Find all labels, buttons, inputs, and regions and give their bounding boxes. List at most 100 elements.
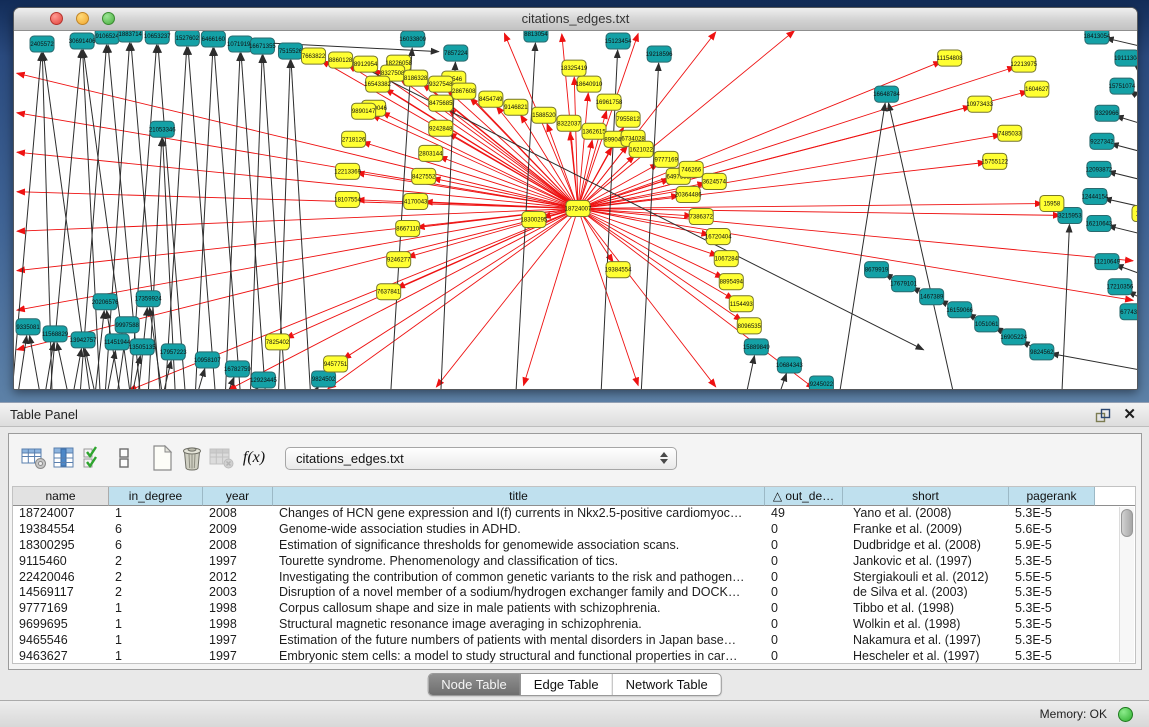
graph-node[interactable]: 10958107 xyxy=(194,352,221,368)
graph-node[interactable]: 16543382 xyxy=(364,76,391,92)
graph-node[interactable]: 10653237 xyxy=(144,31,171,44)
graph-node[interactable]: 9890147 xyxy=(352,103,376,119)
graph-node[interactable]: 16905224 xyxy=(1000,329,1027,345)
table-row[interactable]: 911546021997Tourette syndrome. Phenomeno… xyxy=(13,554,1135,570)
table-row[interactable]: 946554611997Estimation of the future num… xyxy=(13,633,1135,649)
graph-node[interactable]: 18325419 xyxy=(561,60,588,76)
close-window-button[interactable] xyxy=(50,12,63,25)
column-header-year[interactable]: year xyxy=(203,487,273,506)
graph-node[interactable]: 9327548 xyxy=(429,76,453,92)
graph-node[interactable]: 12213369 xyxy=(334,163,361,179)
graph-node[interactable]: 17359924 xyxy=(135,291,162,307)
graph-node[interactable]: 3624574 xyxy=(702,173,726,189)
table-row[interactable]: 2242004622012Investigating the contribut… xyxy=(13,570,1135,586)
graph-node[interactable]: 1067284 xyxy=(714,251,738,267)
graph-node[interactable]: 16210643 xyxy=(1086,216,1113,232)
graph-node[interactable]: 16159066 xyxy=(946,302,973,318)
graph-node[interactable]: 2867608 xyxy=(452,83,476,99)
clear-selection-icon[interactable] xyxy=(109,443,139,473)
graph-node[interactable]: 19218596 xyxy=(646,46,673,62)
graph-node[interactable]: 1604627 xyxy=(1025,81,1049,97)
graph-node[interactable]: 30691406 xyxy=(69,33,96,49)
data-table[interactable]: namein_degreeyeartitle△ out_de…shortpage… xyxy=(12,486,1136,664)
graph-node[interactable]: 4170043 xyxy=(404,193,428,209)
graph-node[interactable]: 17679101 xyxy=(890,276,917,292)
show-columns-icon[interactable] xyxy=(49,443,79,473)
graph-node[interactable]: 2405572 xyxy=(30,36,54,52)
graph-node[interactable]: 12093872 xyxy=(1086,161,1113,177)
graph-node[interactable]: 746266 xyxy=(679,161,703,177)
graph-node[interactable]: 8860128 xyxy=(329,52,353,68)
graph-node[interactable]: 8454749 xyxy=(479,91,503,107)
graph-node[interactable]: 6774332 xyxy=(1120,304,1137,320)
graph-node[interactable]: 12213975 xyxy=(1010,56,1037,72)
graph-node[interactable]: 16961758 xyxy=(596,94,623,110)
graph-node[interactable]: 8427552 xyxy=(412,168,436,184)
column-header-out_de[interactable]: △ out_de… xyxy=(765,487,843,506)
graph-node[interactable]: 1154493 xyxy=(729,296,753,312)
graph-node[interactable]: 9246277 xyxy=(387,252,411,268)
graph-node[interactable]: 7825402 xyxy=(265,334,289,350)
graph-node[interactable]: 9997588 xyxy=(115,317,139,333)
graph-node[interactable]: 15958 xyxy=(1040,195,1064,211)
graph-node[interactable]: 9824502 xyxy=(312,371,336,387)
graph-node[interactable]: 8895494 xyxy=(719,274,743,290)
graph-node[interactable]: 1362615 xyxy=(582,123,606,139)
graph-node[interactable]: 16033809 xyxy=(399,31,426,47)
column-header-pagerank[interactable]: pagerank xyxy=(1009,487,1095,506)
graph-node[interactable]: 11451944 xyxy=(104,334,131,350)
graph-node[interactable]: 2803144 xyxy=(419,145,443,161)
graph-node[interactable]: 20206576 xyxy=(92,294,119,310)
graph-node[interactable]: 7955812 xyxy=(616,111,640,127)
graph-node[interactable]: 12444154 xyxy=(1082,188,1109,204)
graph-node[interactable]: 11568829 xyxy=(42,326,69,342)
delete-icon[interactable] xyxy=(177,443,207,473)
graph-node[interactable]: 11154808 xyxy=(937,50,963,66)
graph-node[interactable]: 16671355 xyxy=(249,38,276,54)
table-row[interactable]: 969969511998Structural magnetic resonanc… xyxy=(13,617,1135,633)
graph-node[interactable]: 11210649 xyxy=(1094,254,1121,270)
graph-node[interactable]: 15123454 xyxy=(605,33,632,49)
tab-edge-table[interactable]: Edge Table xyxy=(521,674,613,695)
graph-node[interactable]: 12923445 xyxy=(250,372,277,388)
graph-node[interactable]: 9146821 xyxy=(504,99,528,115)
graph-node[interactable]: 16720404 xyxy=(705,229,732,245)
graph-node[interactable]: 18413054 xyxy=(1084,31,1111,44)
graph-node[interactable]: 8912954 xyxy=(354,56,378,72)
graph-node[interactable]: 7663822 xyxy=(302,48,326,64)
table-settings-icon[interactable] xyxy=(19,443,49,473)
graph-node[interactable]: 7857224 xyxy=(444,45,468,61)
graph-node[interactable]: 9227342 xyxy=(1090,133,1114,149)
graph-node[interactable]: 18107554 xyxy=(334,191,361,207)
graph-node[interactable]: 15755122 xyxy=(981,153,1008,169)
table-row[interactable]: 1938455462009Genome-wide association stu… xyxy=(13,522,1135,538)
select-all-icon[interactable] xyxy=(79,443,109,473)
vertical-scrollbar[interactable] xyxy=(1119,507,1134,662)
graph-node[interactable]: 19111304 xyxy=(1114,50,1137,66)
graph-node[interactable]: 9329966 xyxy=(1095,105,1119,121)
network-graph[interactable]: 2405572306914069106524188371410653237152… xyxy=(14,31,1137,389)
table-row[interactable]: 946362711997Embryonic stem cells: a mode… xyxy=(13,649,1135,664)
table-row[interactable]: 977716911998Corpus callosum shape and si… xyxy=(13,601,1135,617)
float-panel-icon[interactable] xyxy=(1095,408,1111,423)
graph-node[interactable]: 7515526 xyxy=(278,43,302,59)
graph-node[interactable]: 2718126 xyxy=(342,131,366,147)
zoom-window-button[interactable] xyxy=(102,12,115,25)
graph-node[interactable]: 20364486 xyxy=(675,186,702,202)
graph-node[interactable]: 19384554 xyxy=(605,262,632,278)
table-row[interactable]: 1872400712008Changes of HCN gene express… xyxy=(13,506,1135,522)
graph-node[interactable]: 8475685 xyxy=(429,95,453,111)
column-header-in_degree[interactable]: in_degree xyxy=(109,487,203,506)
graph-node[interactable]: 7386372 xyxy=(689,208,713,224)
graph-node[interactable]: 13942757 xyxy=(70,332,97,348)
column-header-name[interactable]: name xyxy=(13,487,109,506)
graph-node[interactable]: 9824562 xyxy=(1030,344,1054,360)
graph-node[interactable]: 6466160 xyxy=(201,31,225,47)
graph-node[interactable]: 7485033 xyxy=(998,125,1022,141)
graph-node[interactable]: 17210356 xyxy=(1107,279,1134,295)
graph-node[interactable]: 1621022 xyxy=(629,141,653,157)
column-header-short[interactable]: short xyxy=(843,487,1009,506)
graph-node[interactable]: 14546 xyxy=(1132,205,1137,221)
window-titlebar[interactable]: citations_edges.txt xyxy=(14,8,1137,31)
graph-node[interactable]: 8813054 xyxy=(524,31,548,42)
